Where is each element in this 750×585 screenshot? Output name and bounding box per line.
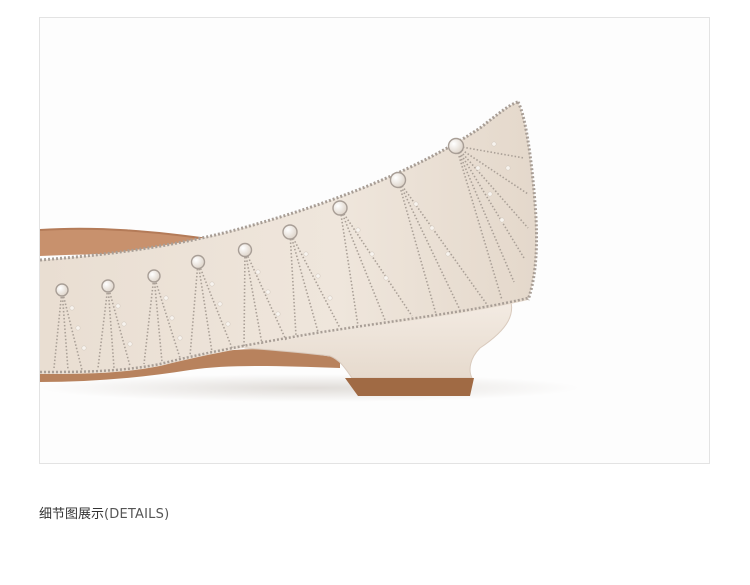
section-caption: 细节图展示(DETAILS) <box>39 503 169 522</box>
shoe-illustration <box>40 100 580 402</box>
caption-title: 细节图展示 <box>39 507 105 522</box>
caption-subtitle: (DETAILS) <box>104 507 170 522</box>
heel-tip <box>345 378 474 396</box>
product-detail-photo <box>39 17 710 464</box>
